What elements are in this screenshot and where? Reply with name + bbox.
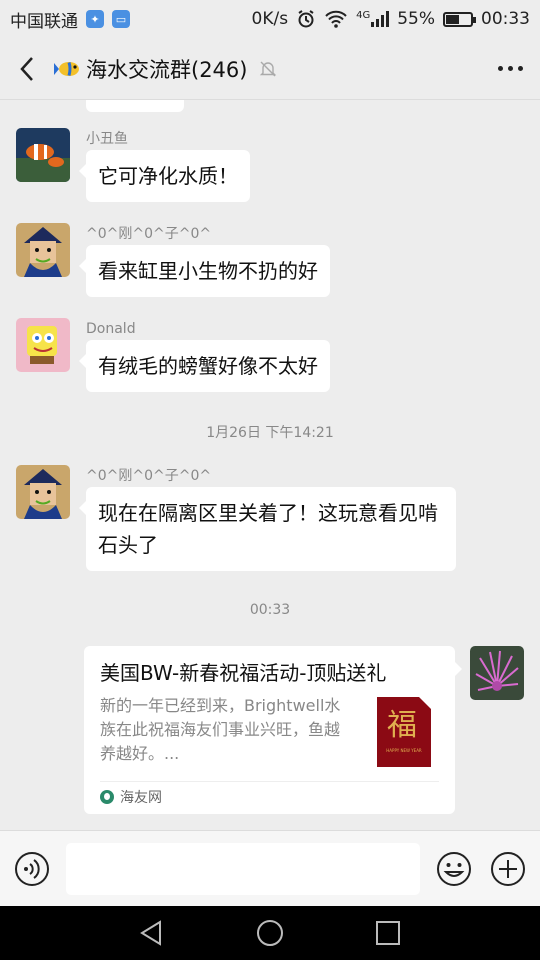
message-list[interactable]: 小丑鱼 它可净化水质！ ^0^刚^0^子^0^ 看来缸里小生物不扔的好 Dona… [0, 100, 540, 830]
wifi-icon [325, 10, 347, 28]
back-button[interactable] [0, 38, 54, 100]
message-input[interactable] [66, 842, 420, 895]
avatar[interactable] [16, 465, 70, 519]
nav-home-button[interactable] [256, 919, 284, 947]
thumbnail-caption: HAPPY NEW YEAR [386, 748, 422, 753]
clock: 00:33 [481, 9, 530, 29]
card-thumbnail: 福 HAPPY NEW YEAR [377, 697, 431, 767]
more-functions-button[interactable] [490, 851, 526, 887]
network-type: 4G [356, 10, 371, 21]
nav-recents-button[interactable] [374, 919, 402, 947]
card-description: 新的一年已经到来，Brightwell水族在此祝福海友们事业兴旺，鱼越养越好。.… [100, 696, 341, 763]
app-notification-icon: ✦ [86, 10, 104, 28]
emoji-button[interactable] [436, 851, 472, 887]
previous-message-bubble [86, 100, 184, 112]
message-bubble[interactable]: 现在在隔离区里关着了！这玩意看见啃石头了 [79, 487, 456, 571]
input-bar [0, 830, 540, 906]
more-options-button[interactable] [480, 38, 540, 100]
message-bubble[interactable]: 看来缸里小生物不扔的好 [79, 245, 330, 297]
signal-icon [371, 11, 390, 27]
fish-emoji-icon [54, 61, 79, 76]
message-item: 小丑鱼 它可净化水质！ [16, 128, 250, 202]
avatar[interactable] [16, 223, 70, 277]
card-source: 海友网 [100, 781, 439, 811]
group-title: 海水交流群(246) [54, 54, 247, 84]
alarm-icon [298, 10, 314, 28]
avatar[interactable] [16, 318, 70, 372]
battery-percent: 55% [397, 9, 435, 29]
shared-link-card[interactable]: 美国BW-新春祝福活动-顶贴送礼 新的一年已经到来，Brightwell水族在此… [84, 646, 462, 814]
sender-name: 小丑鱼 [86, 131, 128, 147]
voice-input-button[interactable] [14, 851, 50, 887]
nav-back-button[interactable] [138, 919, 166, 947]
system-nav-bar [0, 906, 540, 960]
chevron-left-icon [20, 56, 33, 81]
timestamp: 1月26日 下午14:21 [206, 425, 334, 441]
group-name: 海水交流群(246) [86, 57, 248, 82]
card-title: 美国BW-新春祝福活动-顶贴送礼 [100, 661, 387, 685]
network-speed: 0K/s [251, 9, 289, 29]
message-notification-icon: ▭ [112, 10, 130, 28]
status-bar: 中国联通 ✦ ▭ 0K/s 4G 55% 00:33 [0, 0, 540, 38]
chat-header: 海水交流群(246) [0, 38, 540, 100]
timestamp: 00:33 [249, 602, 291, 618]
sender-name: ^0^刚^0^子^0^ [86, 226, 212, 242]
source-logo-icon [100, 789, 114, 804]
sender-name: Donald [86, 321, 136, 337]
message-bubble[interactable]: 有绒毛的螃蟹好像不太好 [79, 340, 330, 392]
message-item: ^0^刚^0^子^0^ 现在在隔离区里关着了！这玩意看见啃石头了 [16, 465, 456, 571]
carrier-name: 中国联通 [10, 11, 78, 32]
message-bubble[interactable]: 它可净化水质！ [79, 150, 250, 202]
mute-bell-icon [260, 61, 277, 76]
message-item: Donald 有绒毛的螃蟹好像不太好 [16, 318, 330, 392]
sender-name: ^0^刚^0^子^0^ [86, 468, 212, 484]
my-avatar[interactable] [470, 646, 524, 700]
battery-icon [443, 11, 476, 27]
thumbnail-char: 福 [387, 708, 417, 743]
source-name: 海友网 [120, 789, 162, 806]
avatar[interactable] [16, 128, 70, 182]
message-item: ^0^刚^0^子^0^ 看来缸里小生物不扔的好 [16, 223, 330, 297]
